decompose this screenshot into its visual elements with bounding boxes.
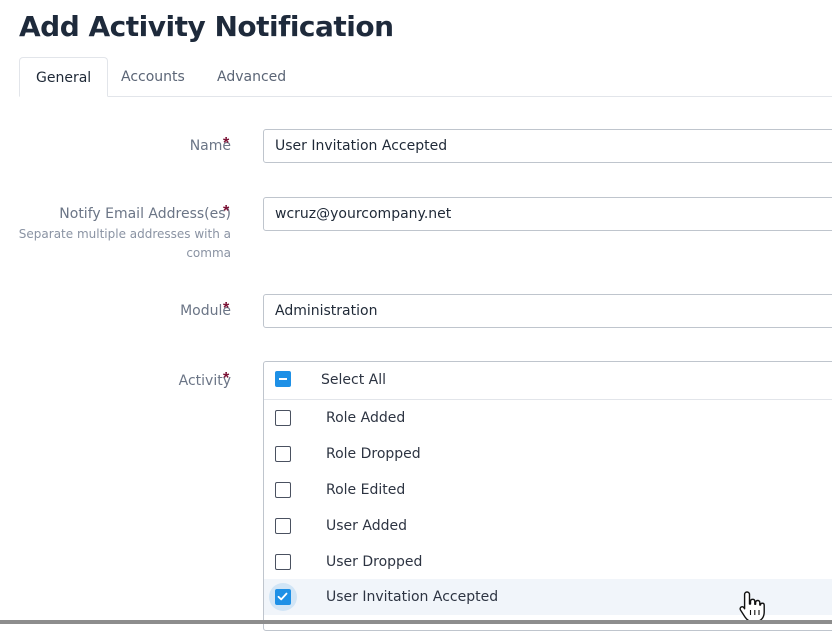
tab-accounts[interactable]: Accounts	[105, 57, 201, 95]
activity-checkbox[interactable]	[275, 446, 291, 462]
activity-item-user-added[interactable]: User Added	[264, 508, 832, 544]
email-required-mark: *	[223, 203, 230, 220]
window-bottom-edge	[0, 620, 832, 624]
activity-item-role-edited[interactable]: Role Edited	[264, 472, 832, 508]
activity-checkbox[interactable]	[275, 410, 291, 426]
activity-item-label: Role Edited	[326, 482, 406, 498]
tab-bar: General Accounts Advanced	[19, 57, 832, 97]
activity-item-label: Role Dropped	[326, 446, 421, 462]
activity-item-label: User Added	[326, 518, 407, 534]
module-required-mark: *	[223, 300, 230, 317]
select-all-checkbox[interactable]	[275, 371, 291, 387]
activity-item-role-dropped[interactable]: Role Dropped	[264, 436, 832, 472]
hand-pointer-icon	[739, 591, 765, 623]
check-icon	[277, 592, 288, 601]
tab-advanced[interactable]: Advanced	[201, 57, 302, 95]
activity-item-label: User Dropped	[326, 554, 423, 570]
name-required-mark: *	[223, 135, 230, 152]
activity-checkbox[interactable]	[275, 482, 291, 498]
activity-required-mark: *	[223, 370, 230, 387]
page-title: Add Activity Notification	[19, 10, 394, 43]
select-all-label: Select All	[321, 372, 386, 388]
activity-checkbox-checked[interactable]	[275, 589, 291, 605]
activity-item-label: User Invitation Accepted	[326, 589, 499, 605]
name-input[interactable]: User Invitation Accepted	[263, 129, 832, 163]
email-hint: Separate multiple addresses with a comma	[18, 227, 231, 260]
activity-item-role-added[interactable]: Role Added	[264, 400, 832, 436]
tab-general[interactable]: General	[19, 57, 109, 97]
email-input[interactable]: wcruz@yourcompany.net	[263, 197, 832, 231]
select-all-row[interactable]: Select All	[264, 362, 832, 400]
activity-item-user-dropped[interactable]: User Dropped	[264, 544, 832, 580]
email-label: Notify Email Address(es)	[59, 206, 231, 222]
module-select[interactable]: Administration	[263, 294, 832, 328]
activity-checkbox[interactable]	[275, 518, 291, 534]
activity-item-label: Role Added	[326, 410, 406, 426]
activity-checkbox[interactable]	[275, 554, 291, 570]
